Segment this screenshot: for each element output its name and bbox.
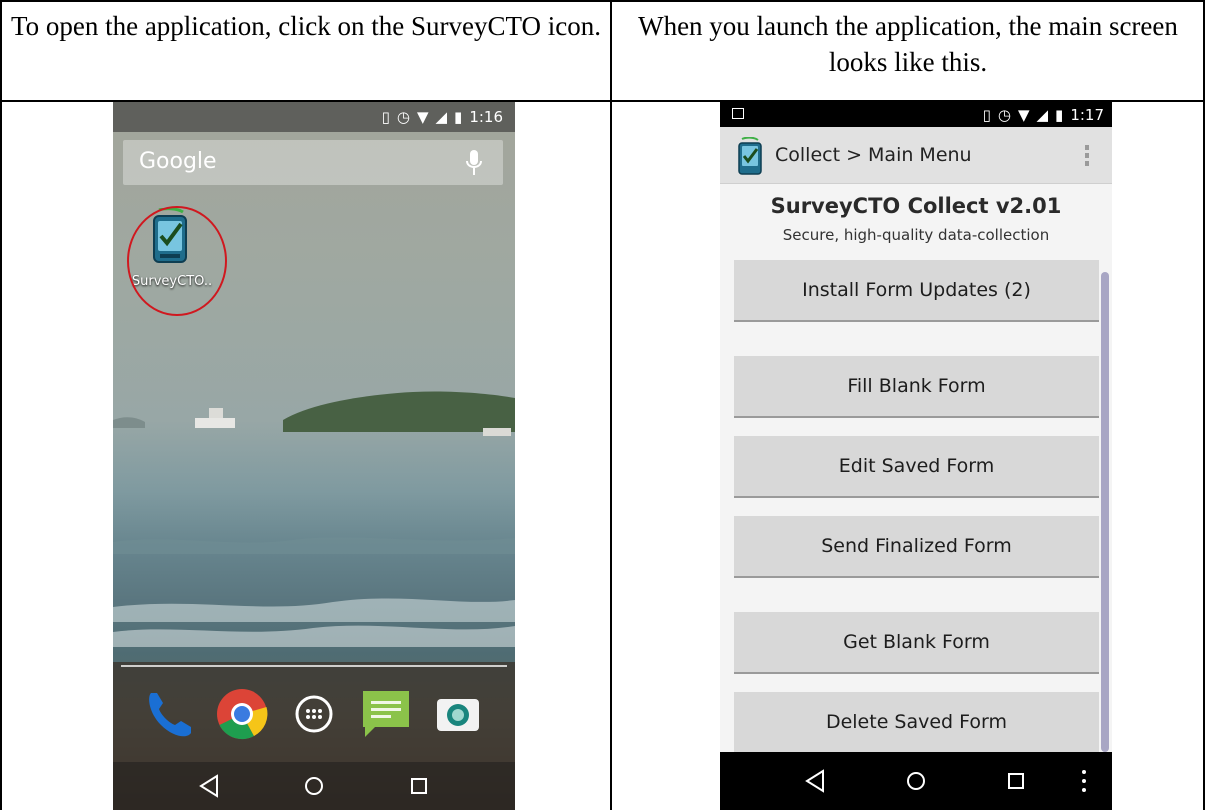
overflow-menu-icon[interactable] (1074, 765, 1094, 797)
notification-image-icon (732, 108, 744, 119)
get-blank-form-button[interactable]: Get Blank Form (734, 612, 1099, 674)
vibrate-icon: ▯ (982, 106, 991, 124)
send-finalized-form-button[interactable]: Send Finalized Form (734, 516, 1099, 578)
table-border-left (0, 0, 2, 810)
surveycto-logo-icon (738, 137, 762, 175)
battery-icon: ▮ (454, 108, 463, 126)
battery-icon: ▮ (1055, 106, 1064, 124)
status-icons: ▯ ◷ ▼ ◢ ▮ 1:16 (382, 108, 503, 126)
table-border-top (0, 0, 1205, 2)
google-search-bar[interactable]: Google (123, 140, 503, 185)
status-time: 1:16 (469, 108, 503, 126)
scrollbar[interactable] (1101, 272, 1109, 752)
home-icon[interactable] (294, 770, 334, 802)
navigation-bar (113, 762, 515, 810)
app-screen-screenshot: ▯ ◷ ▼ ◢ ▮ 1:17 Collect > Main Menu Surve… (720, 102, 1112, 810)
status-time: 1:17 (1070, 106, 1104, 124)
highlight-circle (127, 206, 227, 316)
phone-icon[interactable] (143, 687, 197, 741)
google-search-label: Google (139, 149, 217, 174)
caption-left: To open the application, click on the Su… (11, 11, 601, 41)
delete-saved-form-button[interactable]: Delete Saved Form (734, 692, 1099, 754)
wifi-icon: ▼ (416, 108, 429, 126)
recents-icon[interactable] (399, 770, 439, 802)
app-title: SurveyCTO Collect v2.01 (770, 194, 1062, 218)
edit-saved-form-button[interactable]: Edit Saved Form (734, 436, 1099, 498)
chrome-icon[interactable] (215, 687, 269, 741)
vibrate-icon: ▯ (381, 108, 390, 126)
action-bar-title: Collect > Main Menu (775, 144, 972, 166)
status-icons: ▯ ◷ ▼ ◢ ▮ 1:17 (983, 106, 1104, 124)
alarm-icon: ◷ (396, 108, 410, 126)
signal-icon: ◢ (1036, 106, 1049, 124)
wifi-icon: ▼ (1017, 106, 1030, 124)
camera-icon[interactable] (431, 687, 485, 741)
caption-right: When you launch the application, the mai… (638, 11, 1178, 77)
home-screen-screenshot: ▯ ◷ ▼ ◢ ▮ 1:16 Google SurveyCTO.. (113, 102, 515, 810)
app-subtitle: Secure, high-quality data-collection (782, 226, 1050, 244)
messenger-icon[interactable] (359, 687, 413, 741)
alarm-icon: ◷ (997, 106, 1011, 124)
status-bar: ▯ ◷ ▼ ◢ ▮ 1:17 (720, 102, 1112, 127)
app-drawer-icon[interactable] (287, 687, 341, 741)
fill-blank-form-button[interactable]: Fill Blank Form (734, 356, 1099, 418)
dock-divider (121, 665, 507, 667)
status-bar: ▯ ◷ ▼ ◢ ▮ 1:16 (113, 102, 515, 132)
recents-icon[interactable] (996, 765, 1036, 797)
back-icon[interactable] (795, 765, 835, 797)
overflow-menu-icon[interactable] (1084, 143, 1090, 169)
back-icon[interactable] (189, 770, 229, 802)
navigation-bar (720, 752, 1112, 810)
table-border-middle (610, 0, 612, 810)
microphone-icon[interactable] (465, 150, 483, 176)
action-bar: Collect > Main Menu (720, 127, 1112, 184)
install-form-updates-button[interactable]: Install Form Updates (2) (734, 260, 1099, 322)
home-icon[interactable] (896, 765, 936, 797)
signal-icon: ◢ (435, 108, 448, 126)
